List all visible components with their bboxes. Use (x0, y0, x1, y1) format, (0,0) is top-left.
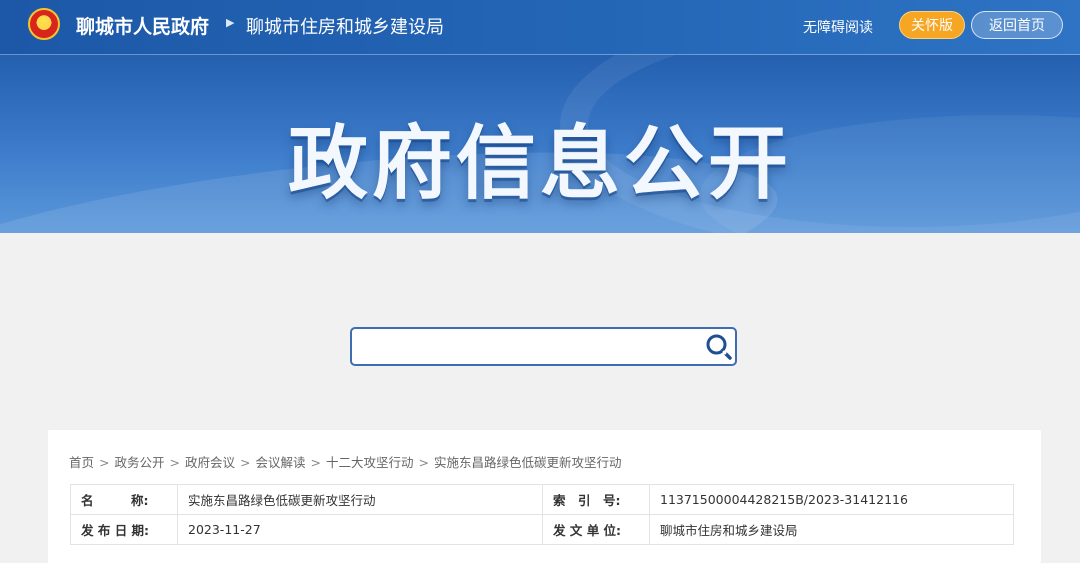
breadcrumb-item-twelve-campaigns[interactable]: 十二大攻坚行动 (326, 455, 414, 470)
breadcrumb-item-meeting-interpretation[interactable]: 会议解读 (256, 455, 306, 470)
table-row: 发 布 日 期: 2023-11-27 发 文 单 位: 聊城市住房和城乡建设局 (70, 514, 1014, 545)
name-label: 名 称: (70, 484, 178, 515)
breadcrumb-separator: > (310, 455, 321, 470)
breadcrumb: 首页 > 政务公开 > 政府会议 > 会议解读 > 十二大攻坚行动 > 实施东昌路绿色低碳更新攻坚行… (69, 452, 622, 471)
breadcrumb-separator: > (99, 455, 110, 470)
search-icon[interactable] (705, 333, 733, 361)
return-home-button[interactable]: 返回首页 (971, 11, 1063, 39)
department-name-link[interactable]: 聊城市住房和城乡建设局 (246, 13, 444, 39)
banner-title: 政府信息公开 (288, 117, 792, 210)
document-info-table: 名 称: 实施东昌路绿色低碳更新攻坚行动 索 引 号: 113715000044… (70, 484, 1014, 545)
breadcrumb-separator: > (240, 455, 251, 470)
banner: 政府信息公开 (0, 55, 1080, 233)
index-number-value: 11371500004428215B/2023-31412116 (649, 484, 1014, 515)
breadcrumb-item-current[interactable]: 实施东昌路绿色低碳更新攻坚行动 (434, 455, 622, 470)
breadcrumb-separator: > (169, 455, 180, 470)
index-number-label: 索 引 号: (542, 484, 650, 515)
publish-date-label: 发 布 日 期: (70, 514, 178, 545)
content-card: 首页 > 政务公开 > 政府会议 > 会议解读 > 十二大攻坚行动 > 实施东昌路绿色低碳更新攻坚行… (48, 430, 1041, 563)
breadcrumb-item-home[interactable]: 首页 (69, 455, 94, 470)
caret-right-icon: ▶ (226, 16, 235, 29)
search-input[interactable] (360, 333, 690, 360)
top-header-bar: ★ 聊城市人民政府 ▶ 聊城市住房和城乡建设局 无障碍阅读 关怀版 返回首页 (0, 0, 1080, 55)
breadcrumb-item-gov-meetings[interactable]: 政府会议 (185, 455, 235, 470)
site-name-link[interactable]: 聊城市人民政府 (76, 12, 209, 39)
breadcrumb-separator: > (418, 455, 429, 470)
name-value: 实施东昌路绿色低碳更新攻坚行动 (177, 484, 543, 515)
issuing-unit-label: 发 文 单 位: (542, 514, 650, 545)
breadcrumb-item-gov-affairs[interactable]: 政务公开 (115, 455, 165, 470)
publish-date-value: 2023-11-27 (177, 514, 543, 545)
accessibility-reading-link[interactable]: 无障碍阅读 (803, 17, 873, 37)
national-emblem-icon[interactable]: ★ (28, 8, 60, 40)
care-mode-button[interactable]: 关怀版 (899, 11, 965, 39)
table-row: 名 称: 实施东昌路绿色低碳更新攻坚行动 索 引 号: 113715000044… (70, 484, 1014, 515)
search-box (350, 327, 737, 366)
issuing-unit-value: 聊城市住房和城乡建设局 (649, 514, 1014, 545)
